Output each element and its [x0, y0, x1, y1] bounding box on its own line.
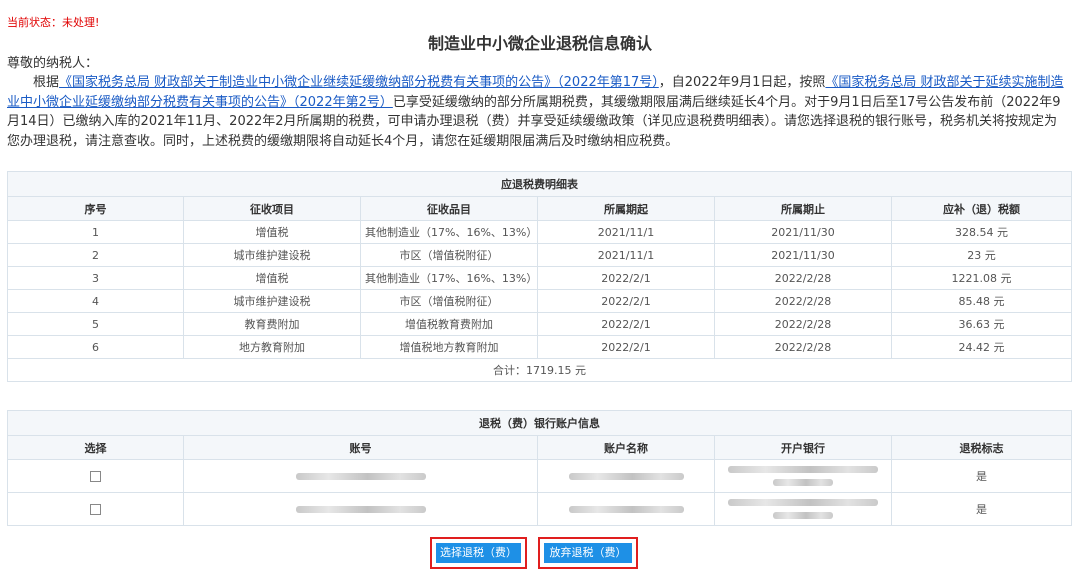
account-number-redacted	[183, 459, 538, 493]
account-name-redacted	[537, 459, 715, 493]
redacted-text	[728, 466, 878, 486]
row-amount: 36.63 元	[890, 312, 1073, 336]
table-row: 1 增值税 其他制造业（17%、16%、13%） 2021/11/1 2021/…	[7, 220, 1073, 244]
row-item: 增值税	[183, 266, 361, 290]
redacted-text	[568, 473, 684, 480]
table-row: 3 增值税 其他制造业（17%、16%、13%） 2022/2/1 2022/2…	[7, 266, 1073, 290]
tax-refund-detail-table: 应退税费明细表 序号 征收项目 征收品目 所属期起 所属期止 应补（退）税额 1…	[6, 171, 1073, 382]
bank-account-row[interactable]: 是	[7, 492, 1072, 526]
row-item: 地方教育附加	[183, 335, 361, 359]
announcement-17-link[interactable]: 《国家税务总局 财政部关于制造业中小微企业继续延缓缴纳部分税费有关事项的公告》（…	[59, 75, 659, 90]
row-index: 6	[7, 335, 184, 359]
row-amount: 1221.08 元	[890, 266, 1073, 290]
row-period-end: 2022/2/28	[714, 312, 892, 336]
row-amount: 23 元	[890, 243, 1073, 267]
row-period-end: 2022/2/28	[714, 335, 892, 359]
select-cell	[7, 492, 184, 526]
column-header-index: 序号	[7, 196, 184, 221]
table-row: 2 城市维护建设税 市区（增值税附征） 2021/11/1 2021/11/30…	[7, 243, 1073, 267]
refund-flag: 是	[891, 492, 1072, 526]
page-title: 制造业中小微企业退税信息确认	[427, 34, 652, 53]
row-category: 增值税地方教育附加	[360, 335, 538, 359]
select-cell	[7, 459, 184, 493]
column-header-item: 征收项目	[183, 196, 361, 221]
row-item: 教育费附加	[183, 312, 361, 336]
abandon-refund-button[interactable]: 放弃退税（费）	[544, 543, 632, 563]
row-index: 2	[7, 243, 184, 267]
select-checkbox[interactable]	[90, 504, 101, 515]
select-refund-highlight: 选择退税（费）	[430, 537, 527, 569]
notice-paragraph: 根据《国家税务总局 财政部关于制造业中小微企业继续延缓缴纳部分税费有关事项的公告…	[7, 73, 1067, 151]
row-item: 增值税	[183, 220, 361, 244]
row-period-end: 2021/11/30	[714, 220, 892, 244]
total-row: 合计：1719.15 元	[6, 358, 1073, 382]
row-index: 4	[7, 289, 184, 313]
row-category: 市区（增值税附征）	[360, 289, 538, 313]
bank-name-redacted	[714, 459, 892, 493]
column-header-refund-flag: 退税标志	[891, 435, 1072, 460]
column-header-period-start: 所属期起	[537, 196, 715, 221]
bank-name-redacted	[714, 492, 892, 526]
column-header-period-end: 所属期止	[714, 196, 892, 221]
table-row: 4 城市维护建设税 市区（增值税附征） 2022/2/1 2022/2/28 8…	[7, 289, 1073, 313]
column-header-account-number: 账号	[183, 435, 538, 460]
redacted-text	[728, 499, 878, 519]
row-amount: 24.42 元	[890, 335, 1073, 359]
row-period-start: 2021/11/1	[537, 220, 715, 244]
row-item: 城市维护建设税	[183, 289, 361, 313]
row-period-start: 2022/2/1	[537, 289, 715, 313]
select-checkbox[interactable]	[90, 471, 101, 482]
row-period-start: 2021/11/1	[537, 243, 715, 267]
row-category: 市区（增值税附征）	[360, 243, 538, 267]
account-number-redacted	[183, 492, 538, 526]
greeting: 尊敬的纳税人：	[7, 56, 99, 71]
row-amount: 85.48 元	[890, 289, 1073, 313]
bank-account-table: 退税（费）银行账户信息 选择 账号 账户名称 开户银行 退税标志 是 是	[7, 410, 1072, 526]
column-header-select: 选择	[7, 435, 184, 460]
select-refund-button[interactable]: 选择退税（费）	[436, 543, 521, 563]
row-period-end: 2022/2/28	[714, 266, 892, 290]
row-category: 其他制造业（17%、16%、13%）	[360, 266, 538, 290]
row-period-end: 2022/2/28	[714, 289, 892, 313]
row-index: 1	[7, 220, 184, 244]
status-text: 当前状态：未处理!	[7, 16, 100, 29]
row-period-start: 2022/2/1	[537, 266, 715, 290]
row-period-start: 2022/2/1	[537, 312, 715, 336]
redacted-text	[295, 473, 426, 480]
abandon-refund-highlight: 放弃退税（费）	[538, 537, 638, 569]
row-amount: 328.54 元	[890, 220, 1073, 244]
row-item: 城市维护建设税	[183, 243, 361, 267]
total-amount: 合计：1719.15 元	[6, 358, 1073, 382]
row-period-start: 2022/2/1	[537, 335, 715, 359]
notice-mid: ，自2022年9月1日起，按照	[658, 75, 826, 90]
row-category: 其他制造业（17%、16%、13%）	[360, 220, 538, 244]
column-header-account-name: 账户名称	[537, 435, 715, 460]
notice-prefix: 根据	[33, 75, 60, 90]
row-index: 3	[7, 266, 184, 290]
row-category: 增值税教育费附加	[360, 312, 538, 336]
refund-flag: 是	[891, 459, 1072, 493]
bank-table-caption: 退税（费）银行账户信息	[7, 410, 1072, 436]
tax-table-caption: 应退税费明细表	[6, 171, 1073, 197]
redacted-text	[568, 506, 684, 513]
column-header-bank: 开户银行	[714, 435, 892, 460]
redacted-text	[295, 506, 426, 513]
column-header-category: 征收品目	[360, 196, 538, 221]
column-header-amount: 应补（退）税额	[890, 196, 1073, 221]
bank-account-row[interactable]: 是	[7, 459, 1072, 493]
account-name-redacted	[537, 492, 715, 526]
table-row: 6 地方教育附加 增值税地方教育附加 2022/2/1 2022/2/28 24…	[7, 335, 1073, 359]
row-index: 5	[7, 312, 184, 336]
row-period-end: 2021/11/30	[714, 243, 892, 267]
table-row: 5 教育费附加 增值税教育费附加 2022/2/1 2022/2/28 36.6…	[7, 312, 1073, 336]
